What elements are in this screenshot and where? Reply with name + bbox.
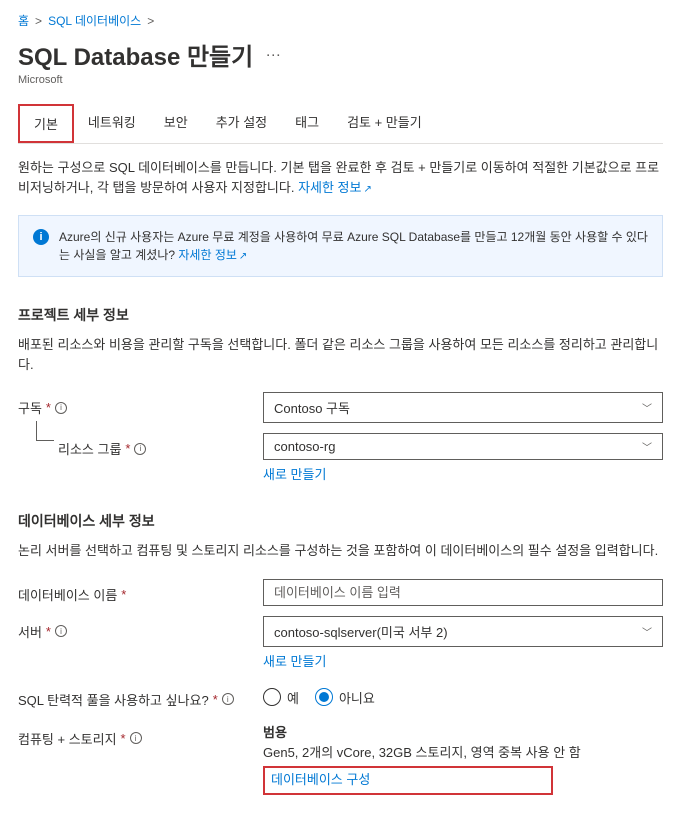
learn-more-link[interactable]: 자세한 정보↗ [298, 180, 372, 195]
resource-group-select[interactable]: contoso-rg ﹀ [263, 433, 663, 460]
chevron-down-icon: ﹀ [642, 400, 652, 415]
database-name-input[interactable] [263, 579, 663, 606]
compute-tier: 범용 [263, 723, 663, 744]
info-icon: i [33, 229, 49, 245]
tab-description: 원하는 구성으로 SQL 데이터베이스를 만듭니다. 기본 탭을 완료한 후 검… [18, 158, 663, 197]
breadcrumb-database[interactable]: SQL 데이터베이스 [48, 12, 141, 29]
tab-tags[interactable]: 태그 [281, 104, 333, 143]
compute-details: Gen5, 2개의 vCore, 32GB 스토리지, 영역 중복 사용 안 함 [263, 743, 663, 764]
external-link-icon: ↗ [363, 184, 371, 195]
tab-review[interactable]: 검토 + 만들기 [333, 104, 436, 143]
label-subscription: 구독 * i [18, 392, 263, 417]
tab-basic[interactable]: 기본 [18, 104, 74, 143]
page-subtitle: Microsoft [18, 74, 663, 86]
configure-database-highlight: 데이터베이스 구성 [263, 766, 553, 795]
create-resource-group-link[interactable]: 새로 만들기 [263, 464, 326, 483]
breadcrumb-home[interactable]: 홈 [18, 12, 29, 29]
tab-security[interactable]: 보안 [150, 104, 202, 143]
create-server-link[interactable]: 새로 만들기 [263, 651, 326, 670]
tab-networking[interactable]: 네트워킹 [74, 104, 150, 143]
label-compute-storage: 컴퓨팅 + 스토리지 * i [18, 723, 263, 748]
help-icon[interactable]: i [134, 443, 146, 455]
help-icon[interactable]: i [55, 402, 67, 414]
configure-database-link[interactable]: 데이터베이스 구성 [271, 772, 370, 787]
chevron-right-icon: > [35, 14, 42, 28]
tabs: 기본 네트워킹 보안 추가 설정 태그 검토 + 만들기 [18, 104, 663, 144]
label-server: 서버 * i [18, 616, 263, 641]
label-elastic-pool: SQL 탄력적 풀을 사용하고 싶나요? * i [18, 684, 263, 709]
help-icon[interactable]: i [55, 625, 67, 637]
chevron-right-icon: > [147, 14, 154, 28]
section-title-database: 데이터베이스 세부 정보 [18, 511, 663, 531]
page-title: SQL Database 만들기 [18, 37, 253, 72]
section-title-project: 프로젝트 세부 정보 [18, 305, 663, 325]
chevron-down-icon: ﹀ [642, 439, 652, 454]
section-desc-database: 논리 서버를 선택하고 컴퓨팅 및 스토리지 리소스를 구성하는 것을 포함하여… [18, 541, 663, 561]
section-desc-project: 배포된 리소스와 비용을 관리할 구독을 선택합니다. 폴더 같은 리소스 그룹… [18, 335, 663, 374]
external-link-icon: ↗ [239, 251, 247, 262]
info-banner: i Azure의 신규 사용자는 Azure 무료 계정을 사용하여 무료 Az… [18, 215, 663, 277]
label-database-name: 데이터베이스 이름 * [18, 579, 263, 604]
info-learn-more-link[interactable]: 자세한 정보↗ [178, 248, 247, 262]
breadcrumb: 홈 > SQL 데이터베이스 > [18, 12, 663, 29]
elastic-pool-yes[interactable]: 예 [263, 688, 299, 707]
subscription-select[interactable]: Contoso 구독 ﹀ [263, 392, 663, 423]
help-icon[interactable]: i [222, 693, 234, 705]
help-icon[interactable]: i [130, 732, 142, 744]
elastic-pool-no[interactable]: 아니요 [315, 688, 375, 707]
more-icon[interactable]: … [265, 43, 281, 67]
tab-additional[interactable]: 추가 설정 [202, 104, 281, 143]
server-select[interactable]: contoso-sqlserver(미국 서부 2) ﹀ [263, 616, 663, 647]
chevron-down-icon: ﹀ [642, 624, 652, 639]
label-resource-group: 리소스 그룹 * i [18, 433, 263, 458]
